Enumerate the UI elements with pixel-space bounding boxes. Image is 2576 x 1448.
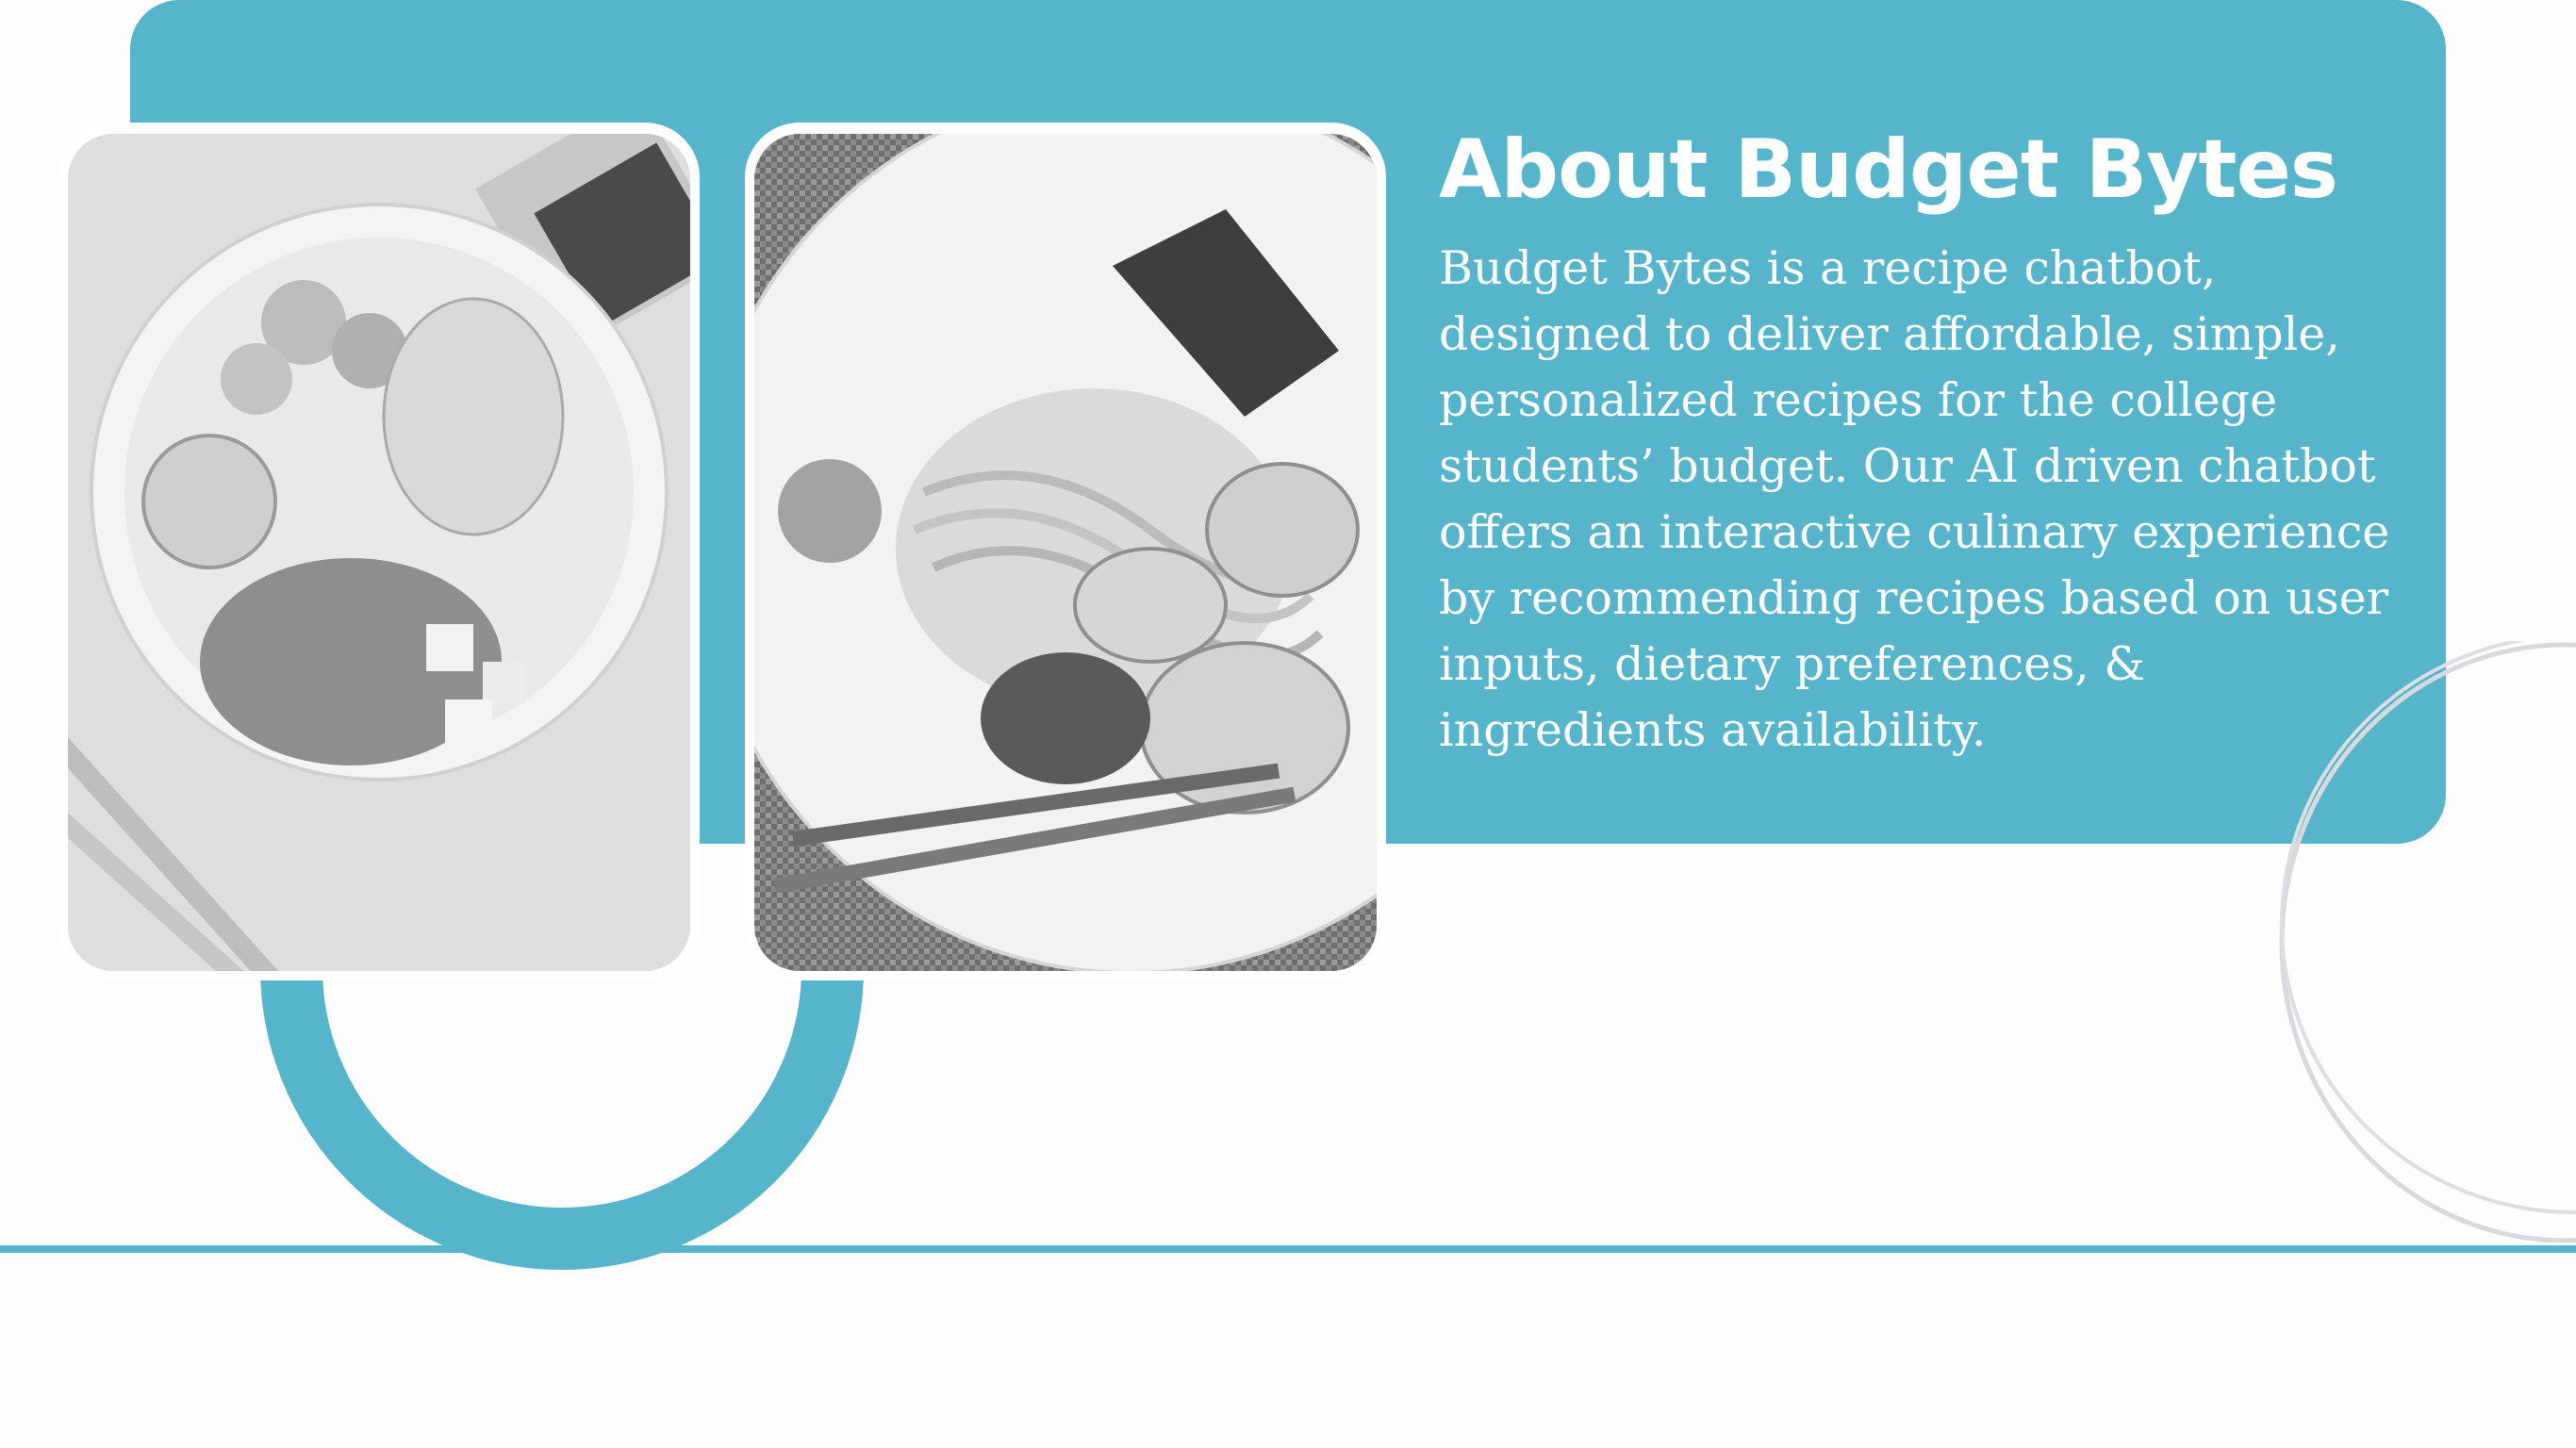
food-bowl-photo-card (58, 123, 700, 980)
shrimp-noodle-plate-photo (754, 134, 1377, 971)
food-bowl-photo (68, 134, 690, 971)
about-slide: About Budget Bytes Budget Bytes is a rec… (0, 0, 2576, 1448)
about-text-block: About Budget Bytes Budget Bytes is a rec… (1439, 117, 2419, 764)
page-title: About Budget Bytes (1439, 123, 2338, 217)
about-description: Budget Bytes is a recipe chatbot, design… (1439, 241, 2390, 757)
shrimp-noodle-plate-photo-card (745, 123, 1386, 980)
divider-line (0, 1245, 2576, 1253)
